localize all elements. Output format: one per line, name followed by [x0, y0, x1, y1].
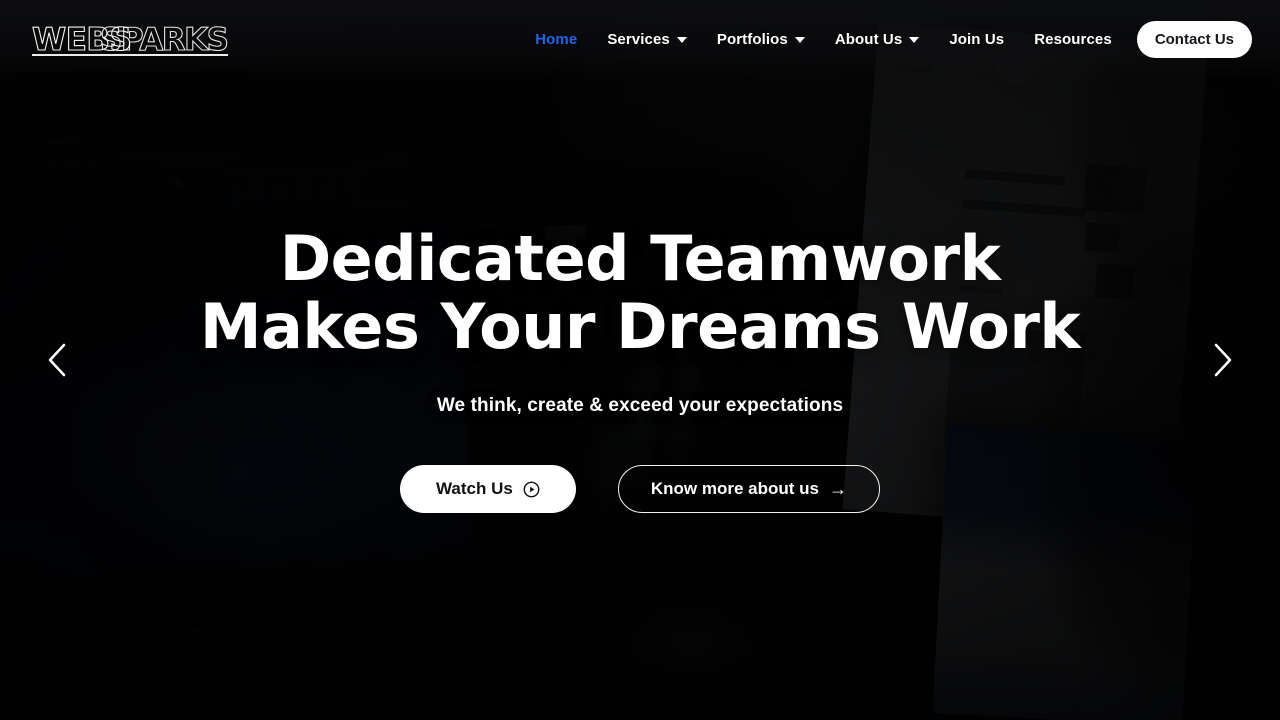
- carousel-next-button[interactable]: [1200, 337, 1246, 383]
- logo-underline: [32, 54, 228, 56]
- nav-item-home-label: Home: [535, 30, 578, 48]
- nav-item-join-us-label: Join Us: [949, 30, 1005, 48]
- watch-us-label: Watch Us: [436, 479, 513, 499]
- arrow-right-icon: →: [828, 479, 847, 500]
- chevron-right-icon: [1214, 343, 1232, 377]
- nav-item-join-us[interactable]: Join Us: [934, 31, 1019, 48]
- nav-item-portfolios-label: Portfolios: [716, 30, 788, 48]
- nav-item-about-us-label: About Us: [834, 30, 903, 48]
- chevron-down-icon: [676, 37, 687, 43]
- hero-action-buttons: Watch Us Know more about us →: [400, 465, 880, 514]
- hero-subtitle: We think, create & exceed your expectati…: [436, 395, 844, 417]
- play-circle-icon: [523, 481, 540, 498]
- chevron-down-icon: [909, 37, 920, 43]
- nav-item-about-us[interactable]: About Us: [820, 31, 934, 48]
- hero-content: Dedicated Teamwork Makes Your Dreams Wor…: [0, 0, 1280, 720]
- main-navigation-bar: WEBS SPARKS Home Services Portfolios Abo…: [0, 0, 1280, 78]
- nav-item-services[interactable]: Services: [592, 31, 702, 48]
- know-more-about-us-button[interactable]: Know more about us →: [617, 465, 880, 514]
- watch-us-button[interactable]: Watch Us: [400, 465, 576, 514]
- nav-item-portfolios[interactable]: Portfolios: [702, 31, 820, 48]
- know-more-label: Know more about us: [650, 479, 819, 499]
- websparks-logo[interactable]: WEBS SPARKS: [30, 16, 230, 62]
- nav-item-home[interactable]: Home: [520, 31, 592, 48]
- chevron-left-icon: [48, 343, 66, 377]
- nav-item-services-label: Services: [607, 30, 670, 48]
- logo-word-secondary: SPARKS: [99, 22, 229, 58]
- nav-links: Home Services Portfolios About Us Join U…: [520, 20, 1252, 58]
- carousel-prev-button[interactable]: [34, 337, 80, 383]
- chevron-down-icon: [794, 37, 805, 43]
- hero-section: WEBS SPARKS Home Services Portfolios Abo…: [0, 0, 1280, 720]
- contact-us-button[interactable]: Contact Us: [1136, 20, 1252, 58]
- nav-item-resources[interactable]: Resources: [1019, 31, 1127, 48]
- hero-title: Dedicated Teamwork Makes Your Dreams Wor…: [199, 221, 1081, 363]
- nav-item-resources-label: Resources: [1034, 30, 1112, 48]
